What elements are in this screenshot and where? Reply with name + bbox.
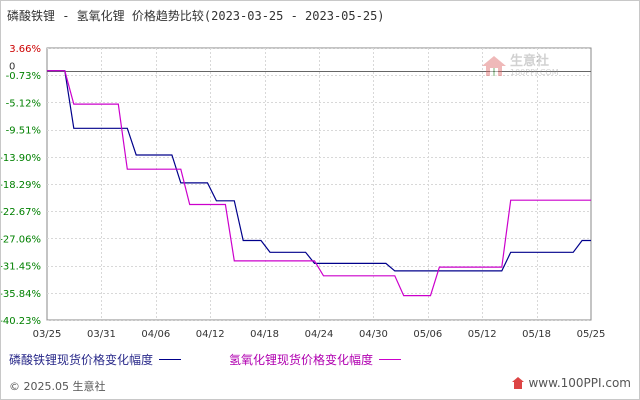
y-tick-label: -5.12% — [6, 98, 41, 109]
x-tick-label: 04/12 — [196, 329, 225, 340]
watermark-logo: 生意社 100PPI.COM — [481, 55, 559, 77]
house-logo-icon — [482, 56, 506, 76]
legend-item-lfp: 磷酸铁锂现货价格变化幅度 — [9, 351, 182, 368]
legend-swatch-lfp — [159, 359, 182, 360]
legend-swatch-lioh — [379, 359, 402, 360]
y-tick-label: -22.67% — [1, 207, 41, 218]
chart-panel: 磷酸铁锂 - 氢氧化锂 价格趋势比较(2023-03-25 - 2023-05-… — [0, 0, 640, 400]
watermark-text: 生意社 — [510, 54, 550, 69]
copyright-text: © 2025.05 生意社 — [9, 380, 106, 393]
x-tick-label: 03/31 — [87, 329, 116, 340]
legend-item-lioh: 氢氧化锂现货价格变化幅度 — [229, 351, 402, 368]
x-tick-label: 04/18 — [250, 329, 279, 340]
x-tick-label: 05/18 — [522, 329, 551, 340]
x-tick-label: 04/30 — [359, 329, 388, 340]
x-tick-label: 05/06 — [413, 329, 442, 340]
y-tick-label: -9.51% — [6, 126, 41, 137]
y-tick-label: 3.66% — [9, 44, 41, 55]
x-tick-label: 05/25 — [577, 329, 606, 340]
y-tick-label: -18.29% — [1, 180, 41, 191]
x-tick-label: 04/24 — [305, 329, 334, 340]
y-tick-label: -35.84% — [1, 289, 41, 300]
x-tick-label: 05/12 — [468, 329, 497, 340]
y-tick-label: -0.73% — [6, 71, 41, 82]
y-tick-label: -27.06% — [1, 234, 41, 245]
x-tick-label: 03/25 — [33, 329, 62, 340]
y-tick-label: -13.90% — [1, 153, 41, 164]
website-text: www.100PPI.com — [528, 376, 631, 390]
legend-label-lioh: 氢氧化锂现货价格变化幅度 — [229, 353, 374, 367]
watermark-url: 100PPI.COM — [510, 68, 559, 77]
y-tick-label: -40.23% — [1, 316, 41, 327]
website-link[interactable]: www.100PPI.com — [512, 376, 631, 390]
legend-label-lfp: 磷酸铁锂现货价格变化幅度 — [9, 353, 154, 367]
y-tick-label: -31.45% — [1, 262, 41, 273]
x-tick-label: 04/06 — [141, 329, 170, 340]
house-mini-icon — [512, 377, 525, 389]
